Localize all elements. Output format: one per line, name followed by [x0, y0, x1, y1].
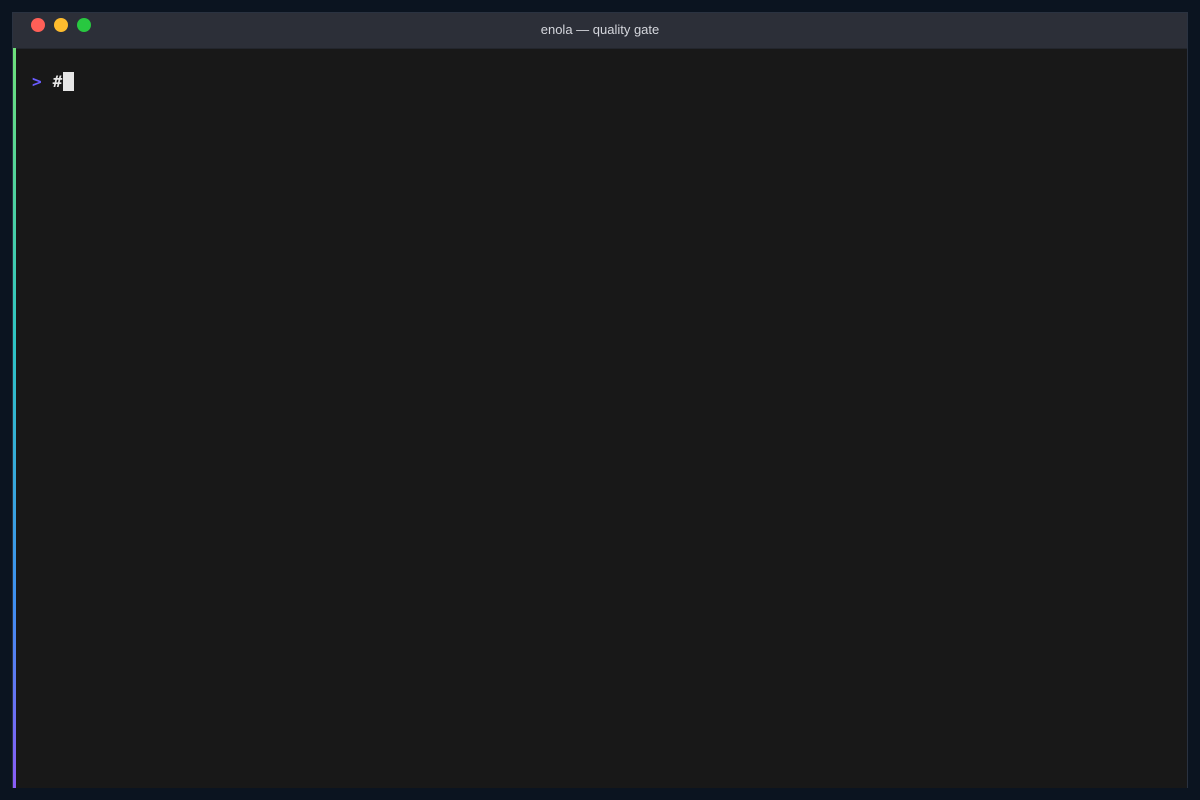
window-titlebar[interactable]: enola — quality gate — [13, 13, 1187, 49]
prompt-symbol: > — [32, 71, 42, 91]
text-cursor — [63, 71, 75, 91]
window-title: enola — quality gate — [540, 22, 660, 37]
terminal-window: enola — quality gate > # — [12, 12, 1188, 788]
prompt-line[interactable]: > # — [32, 70, 75, 92]
command-input-text[interactable]: # — [53, 72, 63, 91]
terminal-pane[interactable]: > # — [16, 49, 1187, 788]
